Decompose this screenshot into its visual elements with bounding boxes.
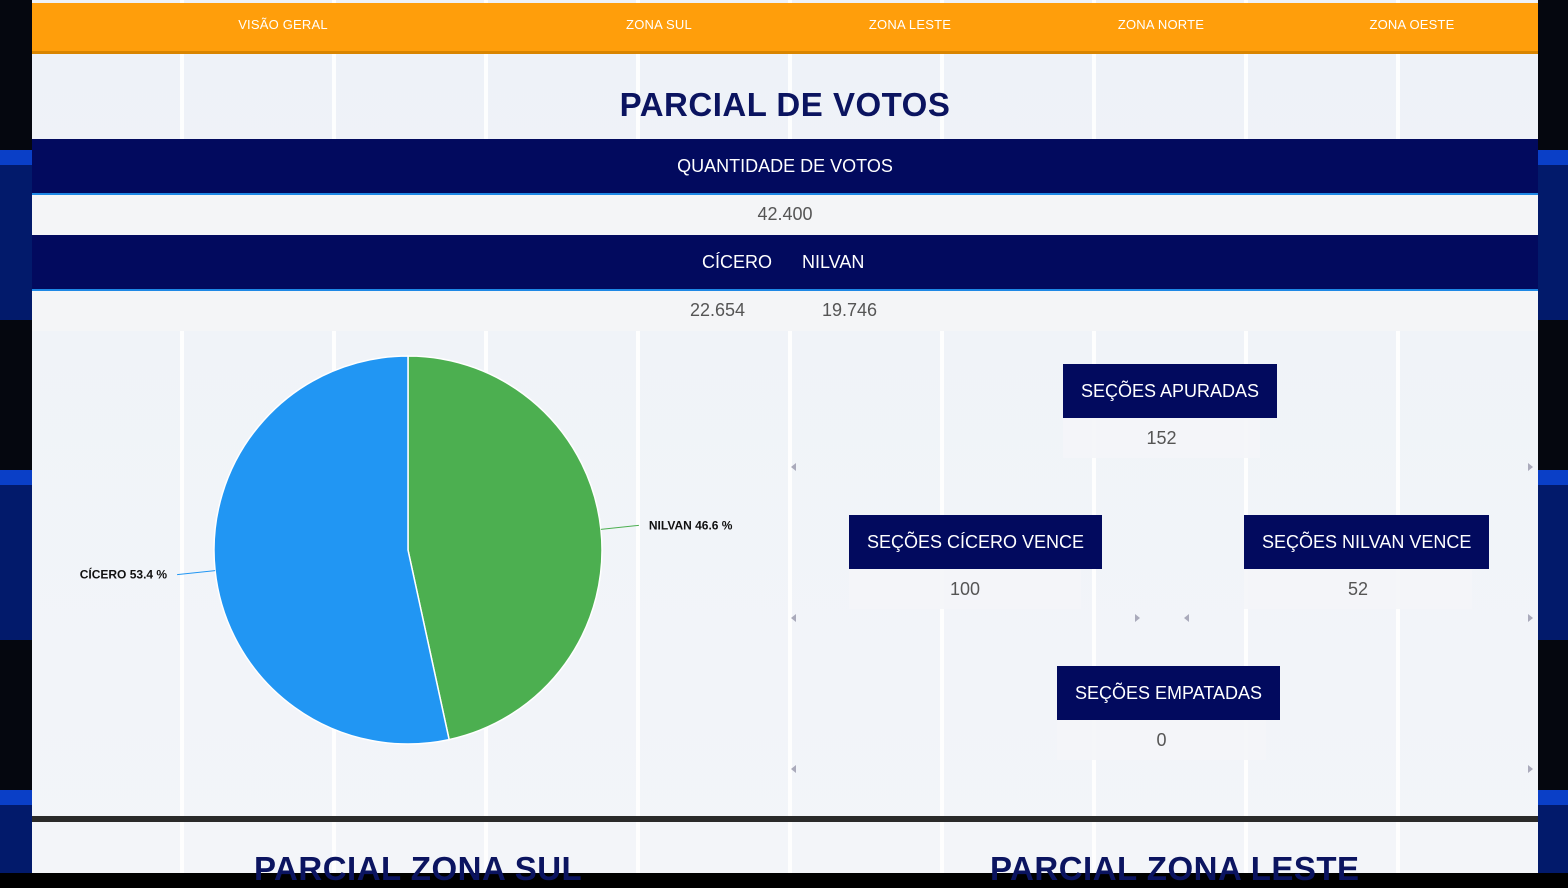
pie-label-leader [177,570,216,576]
zona-leste-section-title: PARCIAL ZONA LESTE [990,850,1360,887]
scroll-left-arrow-icon[interactable] [791,463,796,471]
card-secoes-apuradas-value: 152 [1063,418,1260,458]
card-secoes-nilvan-vence: SEÇÕES NILVAN VENCE 52 [1244,515,1490,609]
pie-data-label: CÍCERO 53.4 % [80,567,168,582]
pie-label-leader [600,524,639,530]
scroll-left-arrow-icon[interactable] [1184,614,1189,622]
nav-item-zona-leste[interactable]: ZONA LESTE [869,3,951,51]
candidates-header: CÍCERO NILVAN [32,235,1538,291]
top-navigation-bar: VISÃO GERAL ZONA SUL ZONA LESTE ZONA NOR… [32,3,1538,54]
dashboard-page: VISÃO GERAL ZONA SUL ZONA LESTE ZONA NOR… [32,0,1538,887]
vote-share-pie-chart: NILVAN 46.6 % CÍCERO 53.4 % [32,331,792,816]
card-secoes-empatadas-value: 0 [1057,720,1266,760]
scroll-right-arrow-icon[interactable] [1528,463,1533,471]
card-secoes-apuradas-label: SEÇÕES APURADAS [1063,364,1278,418]
scroll-right-arrow-icon[interactable] [1528,765,1533,773]
candidate-name-nilvan: NILVAN [802,252,865,272]
candidates-votes-row: 22.654 19.746 [32,291,1538,331]
scroll-right-arrow-icon[interactable] [1528,614,1533,622]
section-divider [32,816,1538,822]
pie-data-label: NILVAN 46.6 % [649,518,733,532]
right-background-strip [1538,0,1568,873]
pie-chart-svg: NILVAN 46.6 % CÍCERO 53.4 % [80,355,733,745]
candidate-votes-cicero: 22.654 [690,300,746,320]
card-secoes-apuradas: SEÇÕES APURADAS 152 [1063,364,1278,458]
nav-item-zona-oeste[interactable]: ZONA OESTE [1369,3,1454,51]
total-votes-header: QUANTIDADE DE VOTOS [32,139,1538,195]
card-secoes-cicero-vence-value: 100 [849,569,1081,609]
left-background-strip [0,0,32,873]
nav-item-visao-geral[interactable]: VISÃO GERAL [238,3,328,51]
card-secoes-empatadas: SEÇÕES EMPATADAS 0 [1057,666,1281,760]
total-votes-value: 42.400 [32,195,1538,235]
candidate-name-cicero: CÍCERO [702,252,773,272]
candidate-votes-nilvan: 19.746 [822,300,878,320]
nav-item-zona-sul[interactable]: ZONA SUL [626,3,692,51]
nav-item-zona-norte[interactable]: ZONA NORTE [1118,3,1204,51]
page-title: PARCIAL DE VOTOS [619,86,951,123]
card-secoes-nilvan-vence-value: 52 [1244,569,1472,609]
scroll-left-arrow-icon[interactable] [791,614,796,622]
card-secoes-cicero-vence-label: SEÇÕES CÍCERO VENCE [849,515,1103,569]
zona-sul-section-title: PARCIAL ZONA SUL [254,850,583,887]
card-secoes-empatadas-label: SEÇÕES EMPATADAS [1057,666,1281,720]
scroll-left-arrow-icon[interactable] [791,765,796,773]
scroll-right-arrow-icon[interactable] [1135,614,1140,622]
card-secoes-cicero-vence: SEÇÕES CÍCERO VENCE 100 [849,515,1103,609]
card-secoes-nilvan-vence-label: SEÇÕES NILVAN VENCE [1244,515,1490,569]
